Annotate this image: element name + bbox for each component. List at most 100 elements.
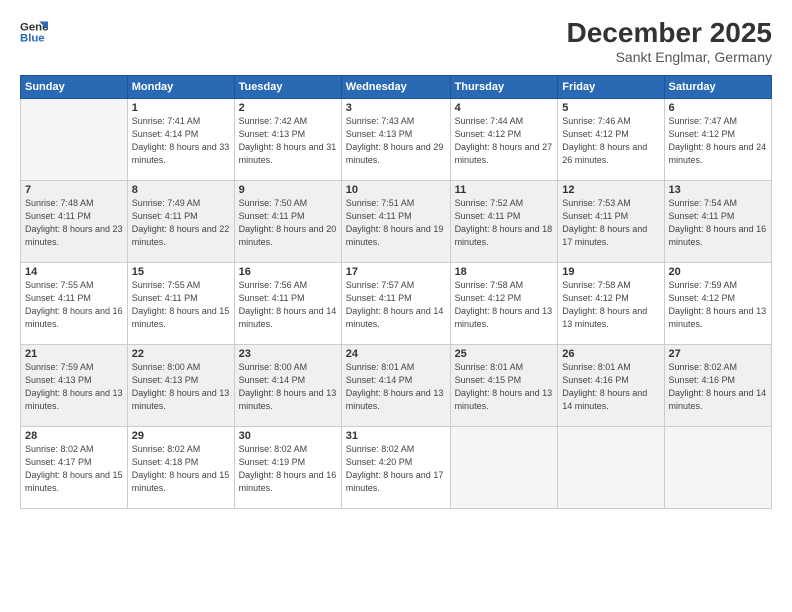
day-number: 3 [346,102,446,114]
col-thursday: Thursday [450,75,558,98]
table-row [450,426,558,508]
table-row: 21Sunrise: 7:59 AM Sunset: 4:13 PM Dayli… [21,344,128,426]
day-number: 14 [25,266,123,278]
table-row: 4Sunrise: 7:44 AM Sunset: 4:12 PM Daylig… [450,98,558,180]
table-row: 6Sunrise: 7:47 AM Sunset: 4:12 PM Daylig… [664,98,771,180]
table-row [558,426,664,508]
title-block: December 2025 Sankt Englmar, Germany [567,18,772,65]
day-number: 4 [455,102,554,114]
day-info: Sunrise: 8:02 AM Sunset: 4:20 PM Dayligh… [346,443,446,495]
day-info: Sunrise: 7:55 AM Sunset: 4:11 PM Dayligh… [132,279,230,331]
calendar-week-row: 7Sunrise: 7:48 AM Sunset: 4:11 PM Daylig… [21,180,772,262]
calendar-week-row: 1Sunrise: 7:41 AM Sunset: 4:14 PM Daylig… [21,98,772,180]
day-number: 8 [132,184,230,196]
day-info: Sunrise: 7:59 AM Sunset: 4:12 PM Dayligh… [669,279,767,331]
logo: General Blue [20,18,48,46]
day-info: Sunrise: 7:52 AM Sunset: 4:11 PM Dayligh… [455,197,554,249]
day-info: Sunrise: 7:51 AM Sunset: 4:11 PM Dayligh… [346,197,446,249]
day-info: Sunrise: 8:00 AM Sunset: 4:13 PM Dayligh… [132,361,230,413]
col-wednesday: Wednesday [341,75,450,98]
table-row: 31Sunrise: 8:02 AM Sunset: 4:20 PM Dayli… [341,426,450,508]
table-row: 9Sunrise: 7:50 AM Sunset: 4:11 PM Daylig… [234,180,341,262]
table-row: 13Sunrise: 7:54 AM Sunset: 4:11 PM Dayli… [664,180,771,262]
table-row: 25Sunrise: 8:01 AM Sunset: 4:15 PM Dayli… [450,344,558,426]
day-info: Sunrise: 8:02 AM Sunset: 4:16 PM Dayligh… [669,361,767,413]
day-info: Sunrise: 8:02 AM Sunset: 4:18 PM Dayligh… [132,443,230,495]
table-row: 24Sunrise: 8:01 AM Sunset: 4:14 PM Dayli… [341,344,450,426]
day-number: 1 [132,102,230,114]
day-number: 5 [562,102,659,114]
day-number: 21 [25,348,123,360]
day-info: Sunrise: 8:02 AM Sunset: 4:19 PM Dayligh… [239,443,337,495]
table-row: 3Sunrise: 7:43 AM Sunset: 4:13 PM Daylig… [341,98,450,180]
table-row: 14Sunrise: 7:55 AM Sunset: 4:11 PM Dayli… [21,262,128,344]
table-row [21,98,128,180]
day-info: Sunrise: 7:42 AM Sunset: 4:13 PM Dayligh… [239,115,337,167]
day-number: 10 [346,184,446,196]
day-number: 28 [25,430,123,442]
day-info: Sunrise: 8:02 AM Sunset: 4:17 PM Dayligh… [25,443,123,495]
table-row: 16Sunrise: 7:56 AM Sunset: 4:11 PM Dayli… [234,262,341,344]
col-tuesday: Tuesday [234,75,341,98]
day-info: Sunrise: 7:50 AM Sunset: 4:11 PM Dayligh… [239,197,337,249]
table-row: 30Sunrise: 8:02 AM Sunset: 4:19 PM Dayli… [234,426,341,508]
day-number: 22 [132,348,230,360]
day-info: Sunrise: 7:56 AM Sunset: 4:11 PM Dayligh… [239,279,337,331]
calendar-week-row: 28Sunrise: 8:02 AM Sunset: 4:17 PM Dayli… [21,426,772,508]
day-number: 19 [562,266,659,278]
calendar-week-row: 14Sunrise: 7:55 AM Sunset: 4:11 PM Dayli… [21,262,772,344]
table-row: 11Sunrise: 7:52 AM Sunset: 4:11 PM Dayli… [450,180,558,262]
col-monday: Monday [127,75,234,98]
col-saturday: Saturday [664,75,771,98]
day-number: 24 [346,348,446,360]
day-number: 26 [562,348,659,360]
calendar-title: December 2025 [567,18,772,49]
day-info: Sunrise: 7:44 AM Sunset: 4:12 PM Dayligh… [455,115,554,167]
table-row: 7Sunrise: 7:48 AM Sunset: 4:11 PM Daylig… [21,180,128,262]
col-friday: Friday [558,75,664,98]
calendar-page: General Blue December 2025 Sankt Englmar… [0,0,792,612]
day-number: 29 [132,430,230,442]
table-row: 17Sunrise: 7:57 AM Sunset: 4:11 PM Dayli… [341,262,450,344]
day-number: 13 [669,184,767,196]
table-row: 26Sunrise: 8:01 AM Sunset: 4:16 PM Dayli… [558,344,664,426]
day-info: Sunrise: 8:00 AM Sunset: 4:14 PM Dayligh… [239,361,337,413]
logo-icon: General Blue [20,18,48,46]
day-info: Sunrise: 7:43 AM Sunset: 4:13 PM Dayligh… [346,115,446,167]
day-info: Sunrise: 8:01 AM Sunset: 4:14 PM Dayligh… [346,361,446,413]
table-row: 15Sunrise: 7:55 AM Sunset: 4:11 PM Dayli… [127,262,234,344]
day-info: Sunrise: 7:59 AM Sunset: 4:13 PM Dayligh… [25,361,123,413]
day-info: Sunrise: 7:48 AM Sunset: 4:11 PM Dayligh… [25,197,123,249]
day-info: Sunrise: 7:47 AM Sunset: 4:12 PM Dayligh… [669,115,767,167]
table-row: 29Sunrise: 8:02 AM Sunset: 4:18 PM Dayli… [127,426,234,508]
day-info: Sunrise: 7:46 AM Sunset: 4:12 PM Dayligh… [562,115,659,167]
day-info: Sunrise: 7:58 AM Sunset: 4:12 PM Dayligh… [455,279,554,331]
table-row: 1Sunrise: 7:41 AM Sunset: 4:14 PM Daylig… [127,98,234,180]
table-row: 23Sunrise: 8:00 AM Sunset: 4:14 PM Dayli… [234,344,341,426]
day-info: Sunrise: 7:57 AM Sunset: 4:11 PM Dayligh… [346,279,446,331]
table-row [664,426,771,508]
day-number: 31 [346,430,446,442]
table-row: 27Sunrise: 8:02 AM Sunset: 4:16 PM Dayli… [664,344,771,426]
svg-text:Blue: Blue [20,33,45,45]
table-row: 5Sunrise: 7:46 AM Sunset: 4:12 PM Daylig… [558,98,664,180]
day-number: 16 [239,266,337,278]
calendar-header-row: Sunday Monday Tuesday Wednesday Thursday… [21,75,772,98]
day-info: Sunrise: 7:49 AM Sunset: 4:11 PM Dayligh… [132,197,230,249]
day-info: Sunrise: 8:01 AM Sunset: 4:16 PM Dayligh… [562,361,659,413]
table-row: 22Sunrise: 8:00 AM Sunset: 4:13 PM Dayli… [127,344,234,426]
day-info: Sunrise: 7:55 AM Sunset: 4:11 PM Dayligh… [25,279,123,331]
header: General Blue December 2025 Sankt Englmar… [20,18,772,65]
day-number: 15 [132,266,230,278]
day-info: Sunrise: 7:58 AM Sunset: 4:12 PM Dayligh… [562,279,659,331]
day-info: Sunrise: 8:01 AM Sunset: 4:15 PM Dayligh… [455,361,554,413]
day-info: Sunrise: 7:41 AM Sunset: 4:14 PM Dayligh… [132,115,230,167]
calendar-table: Sunday Monday Tuesday Wednesday Thursday… [20,75,772,509]
table-row: 12Sunrise: 7:53 AM Sunset: 4:11 PM Dayli… [558,180,664,262]
day-number: 23 [239,348,337,360]
day-number: 7 [25,184,123,196]
table-row: 8Sunrise: 7:49 AM Sunset: 4:11 PM Daylig… [127,180,234,262]
table-row: 19Sunrise: 7:58 AM Sunset: 4:12 PM Dayli… [558,262,664,344]
day-number: 25 [455,348,554,360]
table-row: 18Sunrise: 7:58 AM Sunset: 4:12 PM Dayli… [450,262,558,344]
